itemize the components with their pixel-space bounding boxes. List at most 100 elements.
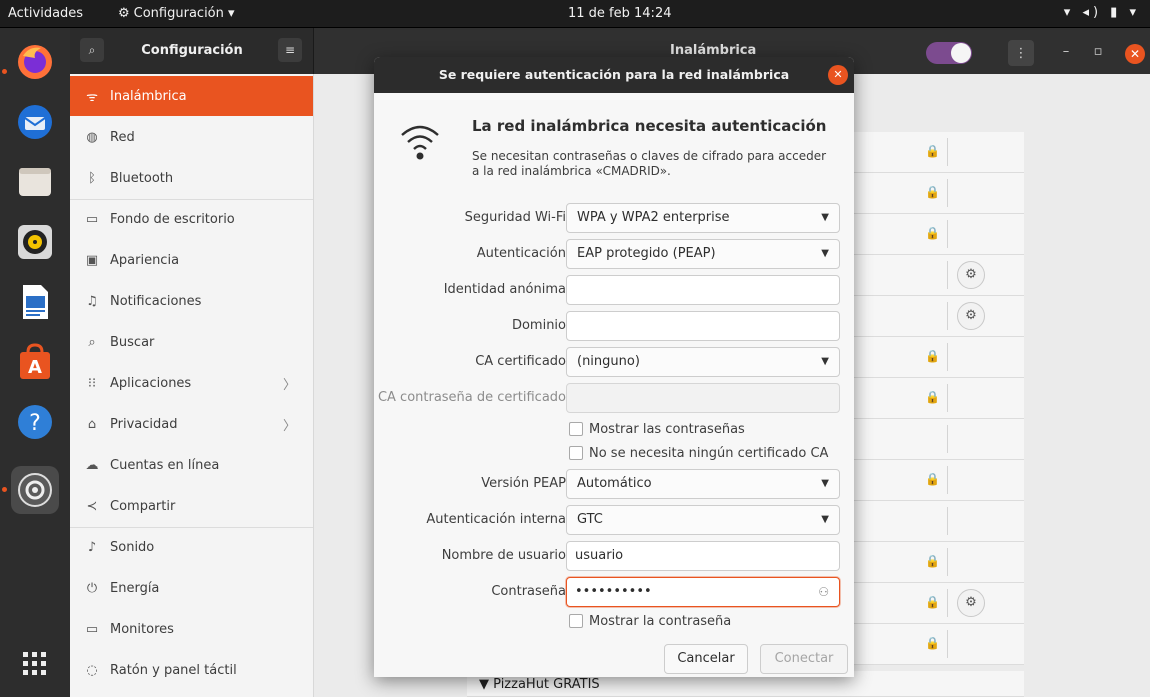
help-icon[interactable]: ? (11, 398, 59, 446)
activities-button[interactable]: Actividades (8, 6, 83, 21)
chevron-right-icon: 〉 (282, 418, 296, 434)
divider (947, 302, 948, 330)
wifi-icon (401, 125, 439, 160)
anonymous-identity-input[interactable] (566, 275, 840, 305)
files-icon[interactable] (11, 158, 59, 206)
sidebar-item-privacy[interactable]: ⌂ Privacidad 〉 (70, 404, 313, 444)
chevron-right-icon: 〉 (282, 377, 296, 393)
auth-dialog: Se requiere autenticación para la red in… (374, 57, 854, 677)
sidebar-item-label: Energía (110, 580, 160, 596)
divider (947, 138, 948, 166)
wifi-toggle[interactable] (926, 42, 972, 64)
peap-version-label: Versión PEAP (481, 476, 566, 491)
gear-icon[interactable]: ⚙ (957, 589, 985, 617)
chevron-down-icon: ▼ (821, 212, 829, 223)
sidebar-item-label: Red (110, 129, 135, 145)
sidebar-item-power[interactable]: ⏻ Energía (70, 568, 313, 608)
authentication-select[interactable]: EAP protegido (PEAP) ▼ (566, 239, 840, 269)
sidebar-item-sound[interactable]: ♪ Sonido (70, 527, 313, 567)
no-ca-required-label: No se necesita ningún certificado CA (589, 445, 829, 461)
sidebar-item-online-accounts[interactable]: ☁ Cuentas en línea (70, 445, 313, 485)
checkbox[interactable] (569, 614, 583, 628)
checkbox[interactable] (569, 422, 583, 436)
divider (947, 589, 948, 617)
close-icon[interactable]: ✕ (828, 65, 848, 85)
gear-icon[interactable]: ⚙ (957, 261, 985, 289)
password-input[interactable]: •••••••••• ⚇ (566, 577, 840, 607)
ubuntu-software-icon[interactable]: A (11, 338, 59, 386)
sidebar-item-applications[interactable]: ⁝⁝ Aplicaciones 〉 (70, 363, 313, 403)
app-menu[interactable]: ⚙ Configuración ▾ (118, 6, 235, 21)
peap-version-value: Automático (577, 476, 652, 491)
lock-icon: 🔒 (925, 554, 940, 568)
ca-certificate-select[interactable]: (ninguno) ▼ (566, 347, 840, 377)
checkbox[interactable] (569, 446, 583, 460)
menu-icon[interactable]: ≡ (278, 38, 302, 62)
show-password-label: Mostrar la contraseña (589, 613, 732, 629)
sidebar-item-sharing[interactable]: ≺ Compartir (70, 486, 313, 526)
settings-icon[interactable] (11, 466, 59, 514)
password-value: •••••••••• (575, 584, 652, 599)
network-icon: ◍ (86, 129, 98, 145)
connect-button[interactable]: Conectar (760, 644, 848, 674)
sidebar-item-bluetooth[interactable]: ᛒ Bluetooth (70, 158, 313, 198)
chevron-down-icon: ▼ (821, 478, 829, 489)
sidebar-item-displays[interactable]: ▭ Monitores (70, 609, 313, 649)
lock-icon: 🔒 (925, 472, 940, 486)
system-tray[interactable]: ▾ ◂) ▮ ▾ (1064, 5, 1140, 20)
divider (947, 548, 948, 576)
close-icon[interactable]: ✕ (1125, 44, 1145, 64)
sidebar-item-label: Ratón y panel táctil (110, 662, 237, 678)
sidebar-headerbar: ⌕ Configuración ≡ (70, 28, 314, 74)
kebab-menu-icon[interactable]: ⋮ (1008, 40, 1034, 66)
show-passwords-checkbox[interactable]: Mostrar las contraseñas (569, 420, 745, 438)
wifi-security-label: Seguridad Wi-Fi (464, 210, 566, 225)
sidebar-item-wireless[interactable]: ᯤ Inalámbrica (70, 76, 313, 116)
sidebar-item-appearance[interactable]: ▣ Apariencia (70, 240, 313, 280)
app-menu-label: Configuración ▾ (133, 6, 235, 21)
chevron-down-icon: ▼ (821, 248, 829, 259)
lock-icon: 🔒 (925, 349, 940, 363)
lock-icon: 🔒 (925, 185, 940, 199)
no-ca-required-checkbox[interactable]: No se necesita ningún certificado CA (569, 444, 828, 462)
inner-auth-select[interactable]: GTC ▼ (566, 505, 840, 535)
rhythmbox-icon[interactable] (11, 218, 59, 266)
sidebar-item-mouse[interactable]: ◌ Ratón y panel táctil (70, 650, 313, 690)
clock[interactable]: 11 de feb 14:24 (568, 6, 671, 21)
maximize-icon[interactable]: ▫ (1086, 40, 1110, 64)
sidebar-item-search[interactable]: ⌕ Buscar (70, 322, 313, 362)
sidebar-item-background[interactable]: ▭ Fondo de escritorio (70, 199, 313, 239)
writer-icon[interactable] (11, 278, 59, 326)
domain-label: Dominio (511, 318, 566, 333)
sidebar-item-network[interactable]: ◍ Red (70, 117, 313, 157)
sidebar-item-label: Cuentas en línea (110, 457, 220, 473)
lock-icon: 🔒 (925, 595, 940, 609)
svg-text:?: ? (29, 411, 41, 436)
authentication-value: EAP protegido (PEAP) (577, 246, 716, 261)
domain-input[interactable] (566, 311, 840, 341)
wifi-security-value: WPA y WPA2 enterprise (577, 210, 730, 225)
svg-text:A: A (28, 357, 42, 378)
search-icon: ⌕ (88, 334, 96, 350)
share-icon: ≺ (86, 498, 98, 514)
show-applications-icon[interactable] (11, 640, 59, 688)
peap-version-select[interactable]: Automático ▼ (566, 469, 840, 499)
sidebar-item-notifications[interactable]: ♫ Notificaciones (70, 281, 313, 321)
firefox-icon[interactable] (11, 38, 59, 86)
divider (947, 343, 948, 371)
wifi-security-select[interactable]: WPA y WPA2 enterprise ▼ (566, 203, 840, 233)
show-password-checkbox[interactable]: Mostrar la contraseña (569, 612, 731, 630)
authentication-label: Autenticación (476, 246, 566, 261)
appearance-icon: ▣ (85, 252, 99, 268)
sidebar-item-label: Monitores (110, 621, 174, 637)
username-input[interactable]: usuario (566, 541, 840, 571)
sidebar-item-label: Notificaciones (110, 293, 202, 309)
user-icon[interactable]: ⚇ (818, 578, 829, 606)
minimize-icon[interactable]: – (1054, 40, 1078, 64)
thunderbird-icon[interactable] (11, 98, 59, 146)
dialog-title: Se requiere autenticación para la red in… (438, 67, 790, 82)
inner-auth-label: Autenticación interna (426, 512, 566, 527)
gear-icon[interactable]: ⚙ (957, 302, 985, 330)
running-indicator (2, 69, 7, 74)
cancel-button[interactable]: Cancelar (664, 644, 748, 674)
